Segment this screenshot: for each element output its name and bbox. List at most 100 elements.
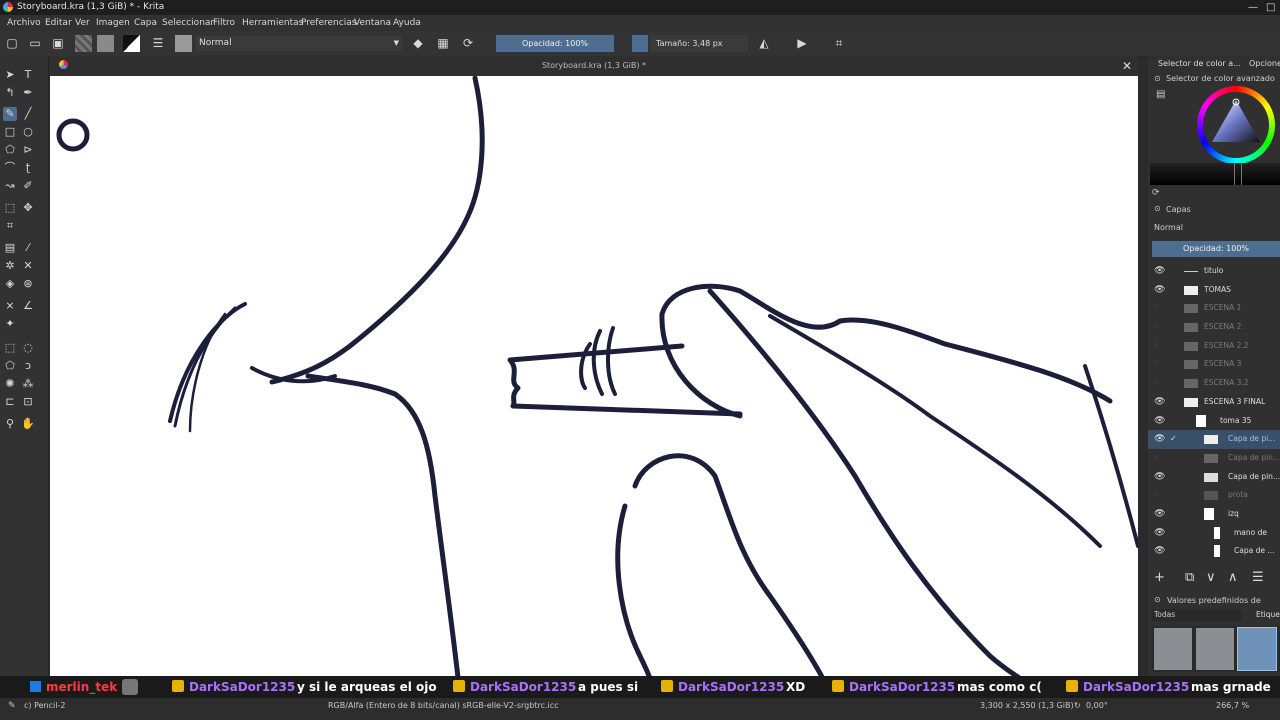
polygon-tool-icon[interactable]: ⬠ [3,143,17,157]
ruler-tool-icon[interactable]: ∠ [21,299,35,313]
reference-tool-icon[interactable]: ✦ [3,317,17,331]
transform-tool-icon[interactable]: ⬚ [3,201,17,215]
brush-tag-button[interactable]: Etique [1246,609,1280,621]
refresh-icon[interactable]: ⟳ [1152,188,1160,198]
menu-filtro[interactable]: Filtro [213,15,235,31]
wrap-around-icon[interactable]: ⌗ [832,36,846,50]
gradient-swatch[interactable] [75,35,92,52]
color-settings-icon[interactable]: ▤ [1156,89,1165,100]
dynamic-brush-icon[interactable]: ↝ [3,179,17,193]
eye-off-icon[interactable]: ◦ [1154,374,1159,393]
layer-row[interactable]: 👁 ESCENA 3 FINAL [1148,393,1280,412]
new-document-icon[interactable]: ▢ [5,36,19,50]
eye-off-icon[interactable]: ◦ [1154,355,1159,374]
menu-ventana[interactable]: Ventana [354,15,391,31]
color-history-strip[interactable] [1150,163,1280,185]
multibrush-icon[interactable]: ✐ [21,179,35,193]
layer-row[interactable]: 👁 TOMAS [1148,281,1280,300]
menu-herramientas[interactable]: Herramientas [242,15,303,31]
mirror-vertical-icon[interactable]: ▶ [795,36,809,50]
freehand-path-icon[interactable]: ʈ [21,161,35,175]
layer-row[interactable]: 👁 izq [1148,505,1280,524]
layer-row[interactable]: ◦ ESCENA 2 [1148,318,1280,337]
calligraphy-icon[interactable]: ✒ [21,86,35,100]
alpha-lock-icon[interactable]: ▦ [436,36,450,50]
move-layer-down-icon[interactable]: ∨ [1206,570,1216,585]
brush-settings-icon[interactable]: ☰ [151,36,165,50]
open-document-icon[interactable]: ▭ [28,36,42,50]
similar-select-icon[interactable]: ⁂ [21,377,35,391]
magnetic-select-icon[interactable]: ⊡ [21,395,35,409]
move-layer-up-icon[interactable]: ∧ [1228,570,1238,585]
minimize-icon[interactable]: — [1248,0,1258,15]
reload-preset-icon[interactable]: ⟳ [461,36,475,50]
color-triangle[interactable] [1207,96,1265,154]
layer-row[interactable]: 👁 Capa de ... [1148,542,1280,561]
canvas-vertical-scrollbar[interactable] [1138,76,1146,696]
eye-icon[interactable]: 👁 [1154,430,1165,449]
gradient-tool-icon[interactable]: ▤ [3,241,17,255]
eraser-icon[interactable]: ◆ [411,36,425,50]
eye-off-icon[interactable]: ◦ [1154,337,1159,356]
brush-tag-filter[interactable]: Todas [1152,609,1242,621]
layer-row[interactable]: 👁 toma 35 [1148,412,1280,431]
select-shapes-icon[interactable]: ➤ [3,68,17,82]
measure-tool-icon[interactable]: ⨯ [3,299,17,313]
polyline-tool-icon[interactable]: ⊳ [21,143,35,157]
layer-row[interactable]: ◦ Capa de pin... [1148,449,1280,468]
ellipse-tool-icon[interactable]: ○ [21,125,35,139]
eye-icon[interactable]: 👁 [1154,262,1165,281]
close-icon[interactable]: ✕ [1122,56,1132,76]
bezier-tool-icon[interactable]: ⌒ [3,161,17,175]
smart-patch-icon[interactable]: ✲ [3,259,17,273]
layer-row[interactable]: ◦ ESCENA 1 [1148,299,1280,318]
layers-blend-mode[interactable]: Normal [1148,221,1280,234]
polygon-select-icon[interactable]: ⬠ [3,359,17,373]
eye-icon[interactable]: 👁 [1154,393,1165,412]
document-tab[interactable]: Storyboard.kra (1,3 GiB) * ✕ [50,56,1138,76]
opacity-slider[interactable]: Opacidad: 100% [496,35,614,52]
tab-color-selector[interactable]: Selector de color a... [1158,56,1241,72]
layer-row[interactable]: 👁 titulo [1148,262,1280,281]
layer-row-selected[interactable]: 👁 ✓ Capa de pi... [1148,430,1280,449]
contiguous-select-icon[interactable]: ✺ [3,377,17,391]
layer-row[interactable]: ◦ ESCENA 3 [1148,355,1280,374]
drawing-canvas[interactable] [50,76,1138,696]
zoom-tool-icon[interactable]: ⚲ [3,417,17,431]
blend-mode-select[interactable]: Normal ▼ [196,36,402,51]
status-zoom[interactable]: 266,7 % [1216,698,1249,714]
eye-icon[interactable]: 👁 [1154,281,1165,300]
menu-ver[interactable]: Ver [75,15,90,31]
layer-row[interactable]: ◦ prota [1148,486,1280,505]
freehand-brush-icon[interactable]: ✎ [3,107,17,121]
brush-presets-float-icon[interactable]: ⊙ [1154,595,1161,604]
move-tool-icon[interactable]: ✥ [21,201,35,215]
fg-bg-color-icon[interactable] [123,35,140,52]
eye-off-icon[interactable]: ◦ [1154,449,1159,468]
menu-capa[interactable]: Capa [134,15,157,31]
layer-row[interactable]: 👁 Capa de pin... [1148,468,1280,487]
ellipse-select-icon[interactable]: ◌ [21,341,35,355]
line-tool-icon[interactable]: ╱ [21,107,35,121]
brush-preset-item-selected[interactable] [1237,627,1277,671]
menu-seleccionar[interactable]: Seleccionar [162,15,214,31]
pattern-swatch[interactable] [97,35,114,52]
layer-menu-icon[interactable]: ☰ [1252,570,1264,585]
layer-row[interactable]: ◦ ESCENA 2.2 [1148,337,1280,356]
layers-float-icon[interactable]: ⊙ [1154,204,1161,213]
brush-preset-icon[interactable] [175,35,192,52]
pan-tool-icon[interactable]: ✋ [21,417,35,431]
edit-shapes-icon[interactable]: ↰ [3,86,17,100]
menu-ayuda[interactable]: Ayuda [393,15,421,31]
mirror-horizontal-icon[interactable]: ◭ [757,36,771,50]
add-layer-icon[interactable]: + [1154,570,1165,585]
eye-off-icon[interactable]: ◦ [1154,318,1159,337]
duplicate-layer-icon[interactable]: ⧉ [1185,570,1194,585]
text-tool-icon[interactable]: T [21,68,35,82]
rectangle-tool-icon[interactable]: □ [3,125,17,139]
menu-editar[interactable]: Editar [45,15,72,31]
freehand-select-icon[interactable]: ↄ [21,359,35,373]
rect-select-icon[interactable]: ⬚ [3,341,17,355]
menu-preferencias[interactable]: Preferencias [301,15,356,31]
eye-icon[interactable]: 👁 [1154,505,1165,524]
